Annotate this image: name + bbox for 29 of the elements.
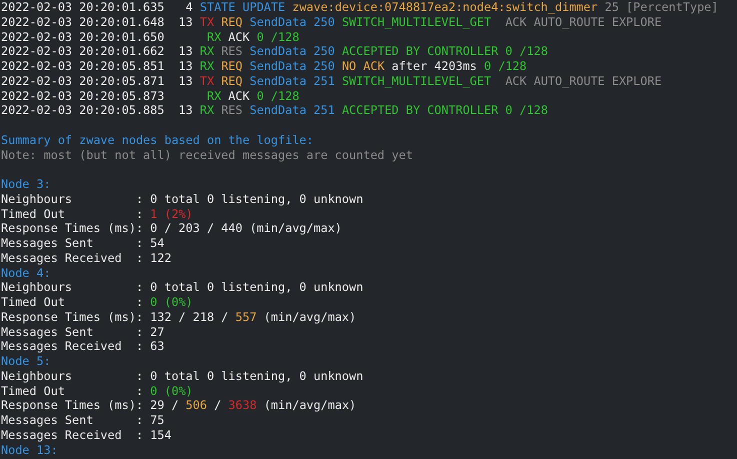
log-line: Messages Received : 122 [1,250,172,266]
log-line: Note: most (but not all) received messages are counted yet [1,148,413,162]
log-line: Response Times (ms): 29 / 506 / 3638 (min/avg/max) [1,398,356,413]
log-line: Messages Sent : 27 [1,324,164,340]
log-line: Timed Out : 1 (2%) [1,206,193,222]
log-line: 2022-02-03 20:20:05.873 RX ACK 0 /128 [1,88,300,104]
log-line: Neighbours : 0 total 0 listening, 0 unknown [1,192,364,206]
log-line: Response Times (ms): 0 / 203 / 440 (min/avg/max) [1,221,342,236]
log-line: Timed Out : 0 (0%) [1,384,193,398]
log-line: Messages Received : 63 [1,339,164,354]
log-line: 2022-02-03 20:20:01.648 13 TX REQ SendData 250 SWITCH_MULTILEVEL_GET ACK AUTO_ROUTE EXPLORE [1,14,662,30]
log-line: Neighbours : 0 total 0 listening, 0 unknown [1,368,364,384]
log-line: Messages Received : 154 [1,428,172,442]
log-line: Node 5: [1,354,51,369]
log-line: Node 4: [1,266,51,280]
log-line: Messages Sent : 75 [1,413,164,428]
log-line: 2022-02-03 20:20:05.871 13 TX REQ SendData 251 SWITCH_MULTILEVEL_GET ACK AUTO_ROUTE EXPLORE [1,74,662,88]
log-line: 2022-02-03 20:20:05.885 13 RX RES SendData 251 ACCEPTED BY CONTROLLER 0 /128 [1,103,548,118]
log-line: 2022-02-03 20:20:01.662 13 RX RES SendData 250 ACCEPTED BY CONTROLLER 0 /128 [1,44,548,59]
log-line: Summary of zwave nodes based on the logfile: [1,132,314,148]
log-line: 2022-02-03 20:20:01.635 4 STATE UPDATE zwave:device:0748817ea2:node4:switch_dimmer 25 [PercentType] [1,0,718,15]
log-line: Timed Out : 0 (0%) [1,295,193,310]
log-line: Neighbours : 0 total 0 listening, 0 unknown [1,280,364,295]
log-line: Node 3: [1,177,51,192]
log-line: 2022-02-03 20:20:05.851 13 RX REQ SendData 250 NO ACK after 4203ms 0 /128 [1,59,527,74]
log-line: Response Times (ms): 132 / 218 / 557 (min/avg/max) [1,310,356,324]
log-line: Node 13: [1,442,58,458]
log-line: Messages Sent : 54 [1,236,164,251]
log-line: 2022-02-03 20:20:01.650 RX ACK 0 /128 [1,30,300,44]
